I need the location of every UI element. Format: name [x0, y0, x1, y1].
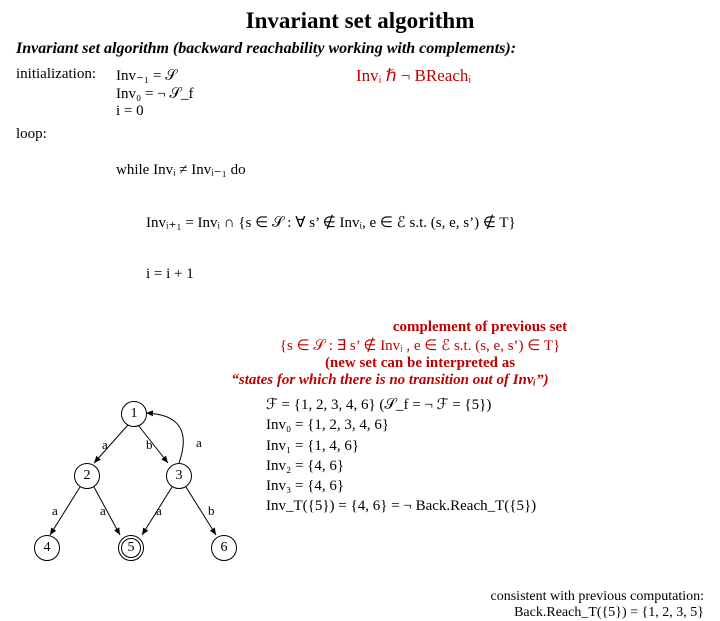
footer-line-2: Back.Reach_T({5}) = {1, 2, 3, 5} [16, 605, 704, 621]
loop-line-1: while Invᵢ ≠ Invᵢ₋₁ do [116, 160, 704, 179]
edge-label-a1: a [102, 437, 108, 453]
complement-note-1: (new set can be interpreted as [16, 355, 704, 372]
edge-label-a4: a [156, 503, 162, 519]
init-line-1: Inv₋₁ = 𝒮 [116, 66, 276, 85]
subtitle: Invariant set algorithm (backward reacha… [16, 40, 704, 58]
edge-label-b1: b [146, 437, 153, 453]
init-relation: Invᵢ ℏ ¬ BReachᵢ [356, 66, 471, 120]
edge-label-a2: a [52, 503, 58, 519]
footer-line-1: consistent with previous computation: [16, 589, 704, 605]
graph-diagram: 1 2 3 4 5 6 a b a a a a b [16, 395, 256, 585]
init-block: initialization: Inv₋₁ = 𝒮 Inv₀ = ¬ 𝒮_f i… [16, 66, 704, 120]
loop-body: while Invᵢ ≠ Invᵢ₋₁ do Invᵢ₊₁ = Invᵢ ∩ {… [116, 126, 704, 317]
page-title: Invariant set algorithm [16, 8, 704, 34]
loop-line-2: Invᵢ₊₁ = Invᵢ ∩ {s ∈ 𝒮 : ∀ s’ ∉ Invᵢ, e … [116, 213, 704, 232]
node-4: 4 [34, 535, 60, 561]
complement-set: {s ∈ 𝒮 : ∃ s’ ∉ Invᵢ , e ∈ ℰ s.t. (s, e,… [16, 336, 704, 355]
edge-label-b2: b [208, 503, 215, 519]
loop-block: loop: while Invᵢ ≠ Invᵢ₋₁ do Invᵢ₊₁ = In… [16, 126, 704, 317]
init-line-3: i = 0 [116, 103, 276, 120]
init-label: initialization: [16, 66, 116, 120]
complement-heading: complement of previous set [393, 319, 567, 335]
loop-line-3: i = i + 1 [116, 266, 704, 283]
bottom-row: 1 2 3 4 5 6 a b a a a a b ℱ = {1, 2, 3, … [16, 395, 704, 585]
node-1: 1 [121, 401, 147, 427]
result-line-4: Inv₂ = {4, 6} [266, 456, 704, 476]
result-line-2: Inv₀ = {1, 2, 3, 4, 6} [266, 415, 704, 435]
edge-label-a-loop: a [196, 435, 202, 451]
init-body: Inv₋₁ = 𝒮 Inv₀ = ¬ 𝒮_f i = 0 [116, 66, 276, 120]
init-line-2: Inv₀ = ¬ 𝒮_f [116, 85, 276, 103]
complement-note: complement of previous set {s ∈ 𝒮 : ∃ s’… [16, 319, 704, 389]
result-line-5: Inv₃ = {4, 6} [266, 476, 704, 496]
complement-note-2: “states for which there is no transition… [16, 372, 704, 389]
node-6: 6 [211, 535, 237, 561]
footer-note: consistent with previous computation: Ba… [16, 589, 704, 621]
result-line-6: Inv_T({5}) = {4, 6} = ¬ Back.Reach_T({5}… [266, 496, 704, 516]
results: ℱ = {1, 2, 3, 4, 6} (𝒮_f = ¬ ℱ = {5}) In… [256, 395, 704, 585]
loop-label: loop: [16, 126, 116, 317]
node-5: 5 [118, 535, 144, 561]
node-2: 2 [74, 463, 100, 489]
node-3: 3 [166, 463, 192, 489]
edge-label-a3: a [100, 503, 106, 519]
result-line-1: ℱ = {1, 2, 3, 4, 6} (𝒮_f = ¬ ℱ = {5}) [266, 395, 704, 415]
result-line-3: Inv₁ = {1, 4, 6} [266, 436, 704, 456]
